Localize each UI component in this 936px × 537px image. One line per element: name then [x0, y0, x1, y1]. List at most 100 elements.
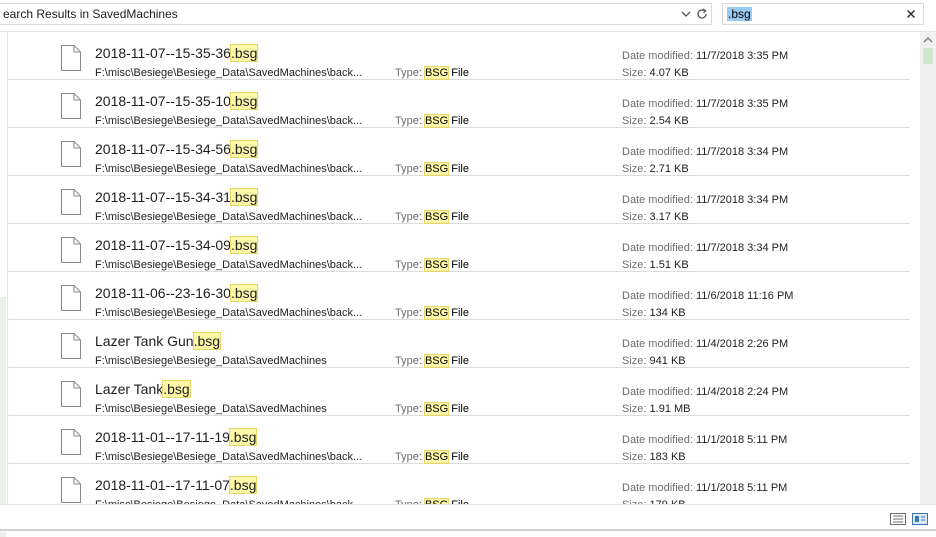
- file-name-base: 2018-11-07--15-34-09: [95, 237, 231, 253]
- date-modified-label: Date modified:: [622, 50, 693, 62]
- size-value: 2.71 KB: [649, 163, 689, 175]
- size-label: Size:: [622, 211, 647, 223]
- file-icon: [61, 429, 81, 455]
- file-type: Type: BSG File: [395, 162, 469, 176]
- type-rest: File: [448, 115, 469, 127]
- details-view-icon[interactable]: [890, 513, 906, 525]
- file-name-base: Lazer Tank: [95, 381, 164, 397]
- result-row[interactable]: 2018-11-06--23-16-30.bsg F:\misc\Besiege\…: [8, 272, 910, 320]
- date-modified-label: Date modified:: [622, 290, 693, 302]
- result-row[interactable]: 2018-11-07--15-34-31.bsg F:\misc\Besiege\…: [8, 176, 910, 224]
- result-row[interactable]: 2018-11-07--15-34-56.bsg F:\misc\Besiege\…: [8, 128, 910, 176]
- close-icon[interactable]: [903, 6, 919, 22]
- file-type: Type: BSG File: [395, 210, 469, 224]
- file-name[interactable]: Lazer Tank.bsg: [95, 380, 191, 398]
- file-icon: [61, 141, 81, 167]
- date-modified-value: 11/4/2018 2:24 PM: [696, 386, 789, 398]
- date-modified: Date modified: 11/7/2018 3:35 PM: [622, 97, 788, 111]
- date-modified-value: 11/7/2018 3:34 PM: [696, 146, 789, 158]
- file-size: Size: 2.71 KB: [622, 162, 689, 176]
- search-box[interactable]: .bsg: [722, 3, 924, 25]
- date-modified-label: Date modified:: [622, 98, 693, 110]
- result-row[interactable]: 2018-11-01--17-11-19.bsg F:\misc\Besiege\…: [8, 416, 910, 464]
- type-rest: File: [448, 355, 469, 367]
- file-size: Size: 4.07 KB: [622, 66, 689, 80]
- type-label: Type:: [395, 67, 422, 79]
- file-size: Size: 2.54 KB: [622, 114, 689, 128]
- date-modified: Date modified: 11/6/2018 11:16 PM: [622, 289, 793, 303]
- result-row[interactable]: Lazer Tank.bsg F:\misc\Besiege\Besiege_Da…: [8, 368, 910, 416]
- vertical-scrollbar[interactable]: [920, 32, 936, 504]
- file-name[interactable]: 2018-11-07--15-34-56.bsg: [95, 140, 259, 158]
- date-modified-value: 11/1/2018 5:11 PM: [696, 482, 788, 494]
- type-match: BSG: [423, 66, 450, 80]
- type-label: Type:: [395, 259, 422, 271]
- result-row[interactable]: 2018-11-01--17-11-07.bsgF:\misc\Besiege\…: [8, 464, 910, 504]
- file-size: Size: 3.17 KB: [622, 210, 689, 224]
- chevron-down-icon[interactable]: [679, 7, 693, 21]
- result-row[interactable]: 2018-11-07--15-35-10.bsg F:\misc\Besiege\…: [8, 80, 910, 128]
- file-name[interactable]: 2018-11-07--15-35-10.bsg: [95, 92, 259, 110]
- date-modified: Date modified: 11/1/2018 5:11 PM: [622, 481, 787, 495]
- address-bar[interactable]: earch Results in SavedMachines: [0, 3, 712, 25]
- scroll-up-arrow-icon[interactable]: [920, 32, 936, 48]
- size-label: Size:: [622, 115, 647, 127]
- navigation-pane-edge: [0, 32, 8, 537]
- nav-pane-scroll-thumb[interactable]: [0, 297, 6, 537]
- date-modified-label: Date modified:: [622, 146, 693, 158]
- type-rest: File: [448, 451, 469, 463]
- type-label: Type:: [395, 451, 422, 463]
- result-row[interactable]: 2018-11-07--15-34-09.bsg F:\misc\Besiege\…: [8, 224, 910, 272]
- file-path: F:\misc\Besiege\Besiege_Data\SavedMachin…: [95, 403, 327, 415]
- file-path: F:\misc\Besiege\Besiege_Data\SavedMachin…: [95, 259, 363, 271]
- date-modified-label: Date modified:: [622, 242, 693, 254]
- file-size: Size: 1.91 MB: [622, 402, 691, 416]
- search-input[interactable]: .bsg: [727, 7, 752, 21]
- type-rest: File: [448, 163, 469, 175]
- date-modified-label: Date modified:: [622, 194, 693, 206]
- date-modified-value: 11/7/2018 3:35 PM: [696, 50, 789, 62]
- result-row[interactable]: Lazer Tank Gun.bsg F:\misc\Besiege\Besieg…: [8, 320, 910, 368]
- file-type: Type: BSG File: [395, 66, 469, 80]
- refresh-icon[interactable]: [695, 7, 709, 21]
- date-modified: Date modified: 11/7/2018 3:34 PM: [622, 145, 788, 159]
- file-type: Type: BSG File: [395, 306, 469, 320]
- file-name[interactable]: Lazer Tank Gun.bsg: [95, 332, 222, 350]
- file-name[interactable]: 2018-11-07--15-34-31.bsg: [95, 188, 259, 206]
- size-value: 1.51 KB: [649, 259, 689, 271]
- file-path: F:\misc\Besiege\Besiege_Data\SavedMachin…: [95, 163, 363, 175]
- file-name-match: .bsg: [192, 332, 222, 350]
- type-match: BSG: [423, 306, 450, 320]
- size-value: 3.17 KB: [649, 211, 689, 223]
- file-name[interactable]: 2018-11-07--15-35-36.bsg: [95, 44, 259, 62]
- file-name[interactable]: 2018-11-06--23-16-30.bsg: [95, 284, 259, 302]
- file-icon: [61, 333, 81, 359]
- size-label: Size:: [622, 451, 647, 463]
- date-modified-value: 11/7/2018 3:35 PM: [696, 98, 789, 110]
- type-match: BSG: [423, 162, 450, 176]
- file-name-match: .bsg: [229, 44, 259, 62]
- file-path: F:\misc\Besiege\Besiege_Data\SavedMachin…: [95, 211, 363, 223]
- tiles-view-icon[interactable]: [912, 513, 928, 525]
- file-name-base: 2018-11-01--17-11-07: [95, 477, 230, 493]
- file-name-base: 2018-11-07--15-35-36: [95, 45, 231, 61]
- type-rest: File: [448, 403, 469, 415]
- date-modified: Date modified: 11/4/2018 2:24 PM: [622, 385, 788, 399]
- type-match: BSG: [423, 258, 450, 272]
- search-results-list: 2018-11-07--15-35-36.bsg F:\misc\Besiege\…: [8, 32, 920, 504]
- file-type: Type: BSG File: [395, 114, 469, 128]
- file-size: Size: 134 KB: [622, 306, 686, 320]
- file-path: F:\misc\Besiege\Besiege_Data\SavedMachin…: [95, 67, 363, 79]
- file-name[interactable]: 2018-11-01--17-11-07.bsg: [95, 476, 258, 494]
- file-icon: [61, 381, 81, 407]
- file-name[interactable]: 2018-11-07--15-34-09.bsg: [95, 236, 259, 254]
- status-bar: [0, 504, 936, 532]
- result-row[interactable]: 2018-11-07--15-35-36.bsg F:\misc\Besiege\…: [8, 32, 910, 80]
- scrollbar-thumb[interactable]: [923, 48, 933, 64]
- file-size: Size: 1.51 KB: [622, 258, 689, 272]
- size-value: 941 KB: [649, 355, 686, 367]
- file-icon: [61, 189, 81, 215]
- file-size: Size: 183 KB: [622, 450, 686, 464]
- file-name[interactable]: 2018-11-01--17-11-19.bsg: [95, 428, 258, 446]
- date-modified: Date modified: 11/4/2018 2:26 PM: [622, 337, 788, 351]
